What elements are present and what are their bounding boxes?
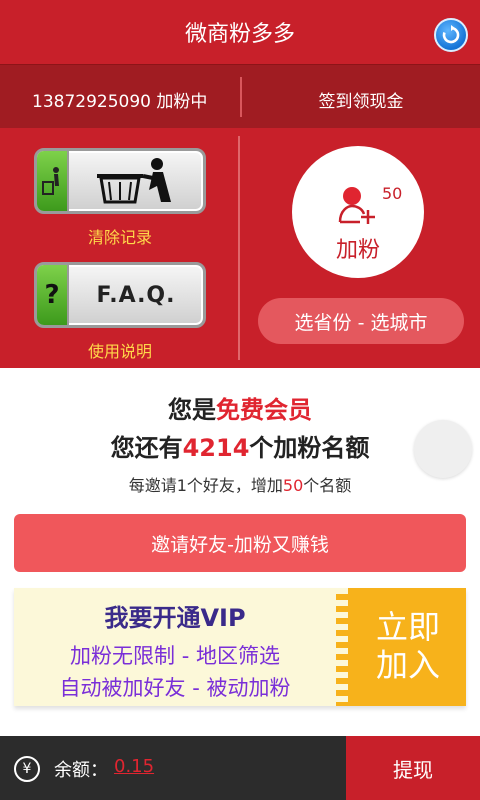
question-icon: ? — [37, 265, 69, 325]
quota-number: 4214 — [182, 434, 250, 462]
vip-title: 我要开通VIP — [104, 604, 246, 632]
quota-prefix: 您还有 — [110, 434, 183, 462]
ticket-edge — [336, 588, 348, 706]
member-type: 免费会员 — [216, 396, 312, 424]
add-user-icon — [338, 187, 375, 224]
withdraw-button[interactable]: 提现 — [346, 736, 480, 800]
join-now-line-2: 加入 — [375, 646, 440, 684]
member-status-prefix: 您是 — [168, 396, 216, 424]
app-title: 微商粉多多 — [184, 22, 295, 47]
member-status: 您是免费会员 — [0, 390, 480, 425]
faq-label[interactable]: 使用说明 — [34, 338, 206, 362]
action-panel: 清除记录 ? F.A.Q. 使用说明 50 加粉 选省份 - 选城市 — [0, 128, 480, 368]
balance-value[interactable]: 0.15 — [114, 756, 154, 777]
vip-benefit-1: 加粉无限制 - 地区筛选 — [70, 644, 280, 668]
panel-divider — [238, 136, 240, 360]
join-now-button[interactable]: 立即 加入 — [336, 588, 466, 706]
join-now-line-1: 立即 — [375, 608, 440, 646]
yen-icon: ¥ — [14, 756, 40, 782]
invite-hint-number: 50 — [282, 476, 304, 495]
checkin-button[interactable]: 签到领现金 — [242, 87, 480, 112]
bottom-bar: ¥ 余额： 0.15 提现 — [0, 736, 480, 800]
vip-benefit-2: 自动被加好友 - 被动加粉 — [59, 676, 291, 700]
clear-records-button[interactable] — [34, 148, 206, 214]
invite-hint-suffix: 个名额 — [303, 476, 352, 495]
phone-status: 13872925090 加粉中 — [32, 92, 208, 112]
trash-icon — [69, 151, 203, 211]
clear-records-label[interactable]: 清除记录 — [34, 224, 206, 248]
invite-friends-button[interactable]: 邀请好友-加粉又赚钱 — [14, 514, 466, 572]
floating-assist-button[interactable] — [414, 420, 472, 478]
balance-label: 余额： — [54, 760, 108, 781]
quota-suffix: 个加粉名额 — [249, 434, 370, 462]
refresh-icon — [442, 25, 460, 44]
refresh-button[interactable] — [434, 18, 468, 52]
trash-small-icon — [37, 151, 69, 211]
quota-line: 您还有4214个加粉名额 — [0, 428, 480, 463]
fans-count-badge: 50 — [382, 184, 403, 203]
invite-hint: 每邀请1个好友，增加50个名额 — [0, 472, 480, 496]
vip-banner[interactable]: 我要开通VIP 加粉无限制 - 地区筛选 自动被加好友 - 被动加粉 立即 加入 — [14, 588, 466, 706]
add-fans-label: 加粉 — [335, 238, 380, 263]
invite-hint-prefix: 每邀请1个好友，增加 — [128, 476, 283, 495]
faq-text: F.A.Q. — [96, 282, 176, 308]
region-select-button[interactable]: 选省份 - 选城市 — [258, 298, 464, 344]
app-header: 微商粉多多 — [0, 0, 480, 64]
add-fans-button[interactable]: 50 加粉 — [292, 146, 424, 278]
status-bar: 13872925090 加粉中 签到领现金 — [0, 64, 480, 128]
faq-button[interactable]: ? F.A.Q. — [34, 262, 206, 328]
